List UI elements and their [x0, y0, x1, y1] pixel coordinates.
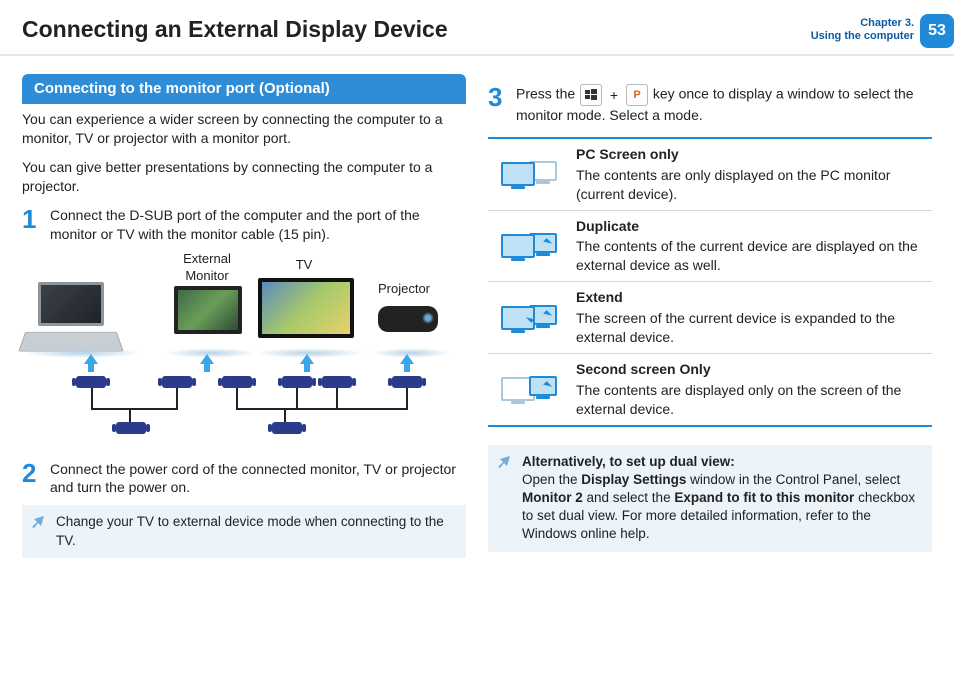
- page-number-badge: 53: [920, 14, 954, 48]
- vga-port-icon: [76, 376, 106, 388]
- projector-icon: [378, 306, 438, 332]
- option-duplicate: Duplicate The contents of the current de…: [488, 211, 932, 283]
- section-heading: Connecting to the monitor port (Optional…: [22, 74, 466, 104]
- pc-only-icon: [492, 145, 566, 204]
- duplicate-icon: [492, 217, 566, 276]
- connection-diagram: External Monitor TV Projector: [22, 250, 466, 450]
- cable-icon: [91, 388, 93, 408]
- vga-port-icon: [222, 376, 252, 388]
- second-only-icon: [492, 360, 566, 419]
- vga-connector-icon: [116, 422, 146, 434]
- step-3: 3 Press the + P key once to display a wi…: [488, 84, 932, 125]
- cable-icon: [336, 388, 338, 408]
- p-key-icon: P: [626, 84, 648, 106]
- alt-b2: Monitor 2: [522, 490, 583, 505]
- vga-port-icon: [322, 376, 352, 388]
- option-second-only: Second screen Only The contents are disp…: [488, 354, 932, 425]
- content-columns: Connecting to the monitor port (Optional…: [0, 56, 954, 558]
- left-column: Connecting to the monitor port (Optional…: [22, 74, 466, 558]
- cable-icon: [91, 408, 131, 410]
- cable-icon: [406, 388, 408, 408]
- extend-icon: [492, 288, 566, 347]
- vga-connector-icon: [272, 422, 302, 434]
- arrow-up-icon: [200, 354, 214, 364]
- intro-para-1: You can experience a wider screen by con…: [22, 110, 466, 148]
- step-1: 1 Connect the D-SUB port of the computer…: [22, 206, 466, 244]
- option-title: PC Screen only: [576, 145, 928, 164]
- note-text: Change your TV to external device mode w…: [56, 514, 444, 547]
- windows-key-icon: [580, 84, 602, 106]
- alt-b1: Display Settings: [581, 472, 686, 487]
- vga-port-icon: [392, 376, 422, 388]
- option-title: Duplicate: [576, 217, 928, 236]
- shadow-icon: [22, 348, 142, 358]
- label-external-monitor: External Monitor: [172, 250, 242, 285]
- cable-icon: [286, 408, 408, 410]
- alt-b3: Expand to fit to this monitor: [674, 490, 854, 505]
- chapter-line1: Chapter 3.: [811, 17, 914, 30]
- display-mode-table: PC Screen only The contents are only dis…: [488, 137, 932, 427]
- cable-icon: [284, 408, 286, 422]
- intro-para-2: You can give better presentations by con…: [22, 158, 466, 196]
- cable-icon: [131, 408, 178, 410]
- step-1-text: Connect the D-SUB port of the computer a…: [50, 206, 466, 244]
- note-icon: [30, 513, 48, 536]
- step-1-number: 1: [22, 206, 50, 244]
- external-monitor-icon: [174, 286, 242, 334]
- option-desc: The screen of the current device is expa…: [576, 309, 928, 347]
- alt-mid1: window in the Control Panel, select: [690, 472, 900, 487]
- note-icon: [496, 453, 514, 476]
- option-extend: Extend The screen of the current device …: [488, 282, 932, 354]
- page-header: Connecting an External Display Device Ch…: [0, 0, 954, 56]
- dual-view-note: Alternatively, to set up dual view: Open…: [488, 445, 932, 552]
- step-2: 2 Connect the power cord of the connecte…: [22, 460, 466, 498]
- right-column: 3 Press the + P key once to display a wi…: [488, 74, 932, 558]
- label-projector: Projector: [374, 280, 434, 298]
- step-2-text: Connect the power cord of the connected …: [50, 460, 466, 498]
- option-pc-only: PC Screen only The contents are only dis…: [488, 139, 932, 211]
- step-3-number: 3: [488, 84, 516, 125]
- plus-sign: +: [610, 87, 618, 103]
- arrow-up-icon: [84, 354, 98, 364]
- cable-icon: [296, 388, 298, 408]
- option-desc: The contents of the current device are d…: [576, 237, 928, 275]
- vga-port-icon: [162, 376, 192, 388]
- cable-icon: [176, 388, 178, 408]
- cable-icon: [236, 388, 238, 408]
- arrow-up-icon: [400, 354, 414, 364]
- option-desc: The contents are displayed only on the s…: [576, 381, 928, 419]
- step-3-pre: Press the: [516, 86, 579, 102]
- option-title: Second screen Only: [576, 360, 928, 379]
- label-tv: TV: [284, 256, 324, 274]
- arrow-up-icon: [300, 354, 314, 364]
- step-2-number: 2: [22, 460, 50, 498]
- chapter-label: Chapter 3. Using the computer: [811, 14, 920, 43]
- header-right: Chapter 3. Using the computer 53: [811, 14, 954, 48]
- chapter-line2: Using the computer: [811, 30, 914, 43]
- alt-pre: Open the: [522, 472, 581, 487]
- alt-title: Alternatively, to set up dual view:: [522, 454, 735, 469]
- tv-mode-note: Change your TV to external device mode w…: [22, 505, 466, 557]
- cable-icon: [236, 408, 286, 410]
- tv-icon: [258, 278, 354, 338]
- page-title: Connecting an External Display Device: [22, 14, 448, 45]
- option-title: Extend: [576, 288, 928, 307]
- laptop-icon: [38, 282, 104, 326]
- cable-icon: [129, 408, 131, 422]
- vga-port-icon: [282, 376, 312, 388]
- alt-mid2: and select the: [587, 490, 675, 505]
- option-desc: The contents are only displayed on the P…: [576, 166, 928, 204]
- step-3-text: Press the + P key once to display a wind…: [516, 84, 932, 125]
